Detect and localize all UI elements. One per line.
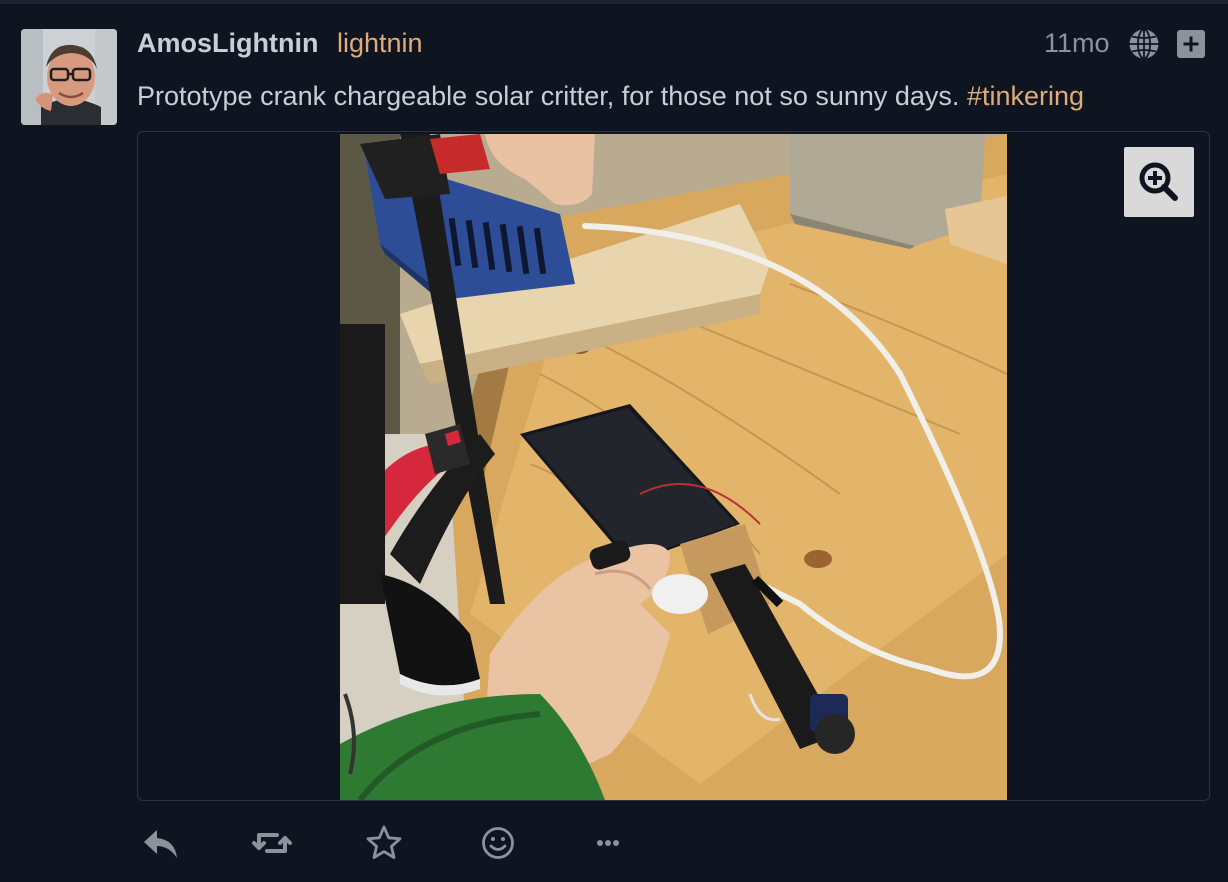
timestamp-link[interactable]: 11mo [1044, 26, 1110, 60]
status-content: Prototype crank chargeable solar critter… [137, 79, 1084, 113]
star-icon[interactable] [361, 820, 407, 866]
avatar[interactable] [21, 29, 117, 125]
media-gallery [137, 131, 1210, 801]
zoom-in-icon[interactable] [1124, 147, 1194, 217]
display-name[interactable]: AmosLightnin [137, 26, 318, 60]
hashtag-link[interactable]: #tinkering [967, 81, 1084, 111]
globe-icon[interactable] [1127, 27, 1161, 61]
reply-icon[interactable] [137, 820, 183, 866]
action-bar [137, 820, 637, 870]
status-text: Prototype crank chargeable solar critter… [137, 81, 967, 111]
status-card: AmosLightnin lightnin 11mo Prototype cra… [0, 4, 1228, 882]
attachment-photo[interactable] [340, 134, 1007, 800]
ellipsis-icon[interactable] [585, 820, 631, 866]
boost-icon[interactable] [249, 820, 295, 866]
smiley-icon[interactable] [475, 820, 521, 866]
account-handle[interactable]: lightnin [337, 26, 423, 60]
plus-icon[interactable] [1177, 30, 1205, 58]
